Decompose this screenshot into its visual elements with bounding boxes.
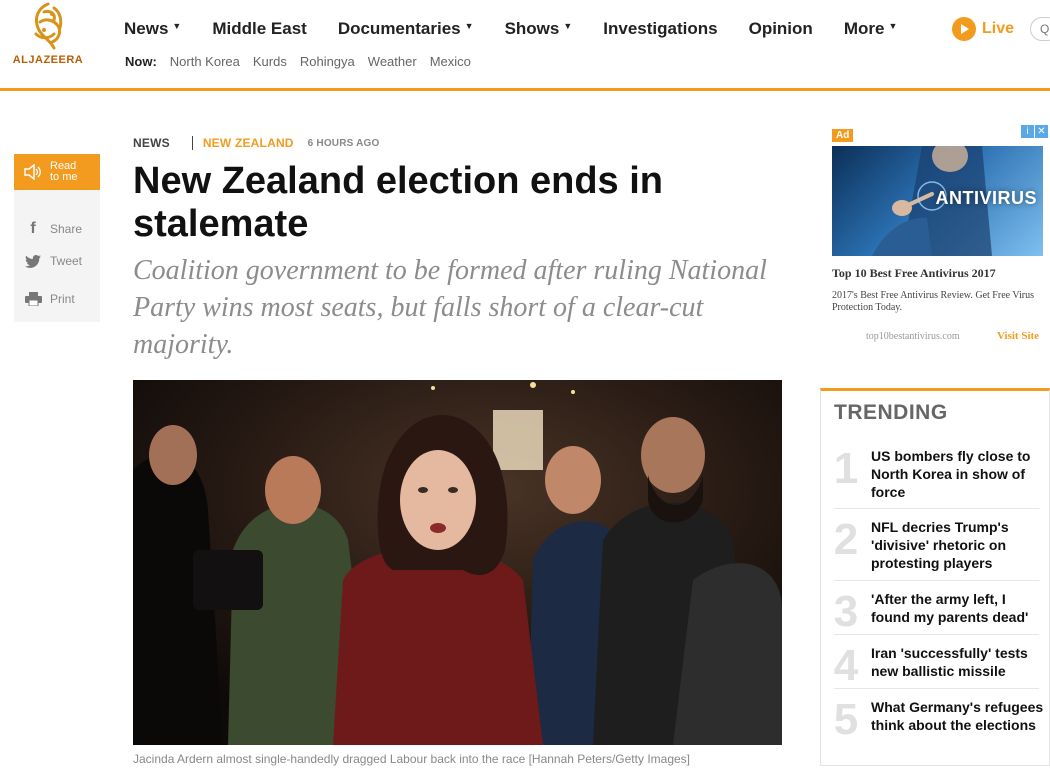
trending-item[interactable]: 4 Iran 'successfully' tests new ballisti… xyxy=(821,644,1050,688)
trending-item[interactable]: 2 NFL decries Trump's 'divisive' rhetori… xyxy=(821,518,1050,572)
trending-divider xyxy=(834,634,1039,635)
search-input[interactable]: Q xyxy=(1030,17,1050,41)
ad-image-word: ANTIVIRUS xyxy=(935,188,1037,208)
now-link-north-korea[interactable]: North Korea xyxy=(170,54,240,69)
trending-panel: TRENDING 1 US bombers fly close to North… xyxy=(820,388,1050,766)
trending-rank: 5 xyxy=(833,695,859,744)
print-button[interactable]: Print xyxy=(24,292,75,306)
trending-title: TRENDING xyxy=(834,401,948,424)
trending-headline: Iran 'successfully' tests new ballistic … xyxy=(871,645,1028,679)
article-standfirst: Coalition government to be formed after … xyxy=(133,255,767,360)
trending-item[interactable]: 5 What Germany's refugees think about th… xyxy=(821,698,1050,742)
print-label: Print xyxy=(50,292,75,306)
trending-headline: What Germany's refugees think about the … xyxy=(871,699,1044,733)
printer-icon xyxy=(24,292,42,306)
trending-item[interactable]: 3 'After the army left, I found my paren… xyxy=(821,590,1050,634)
share-rail: Read to me f Share Tweet Print xyxy=(14,154,100,322)
nav-item-shows[interactable]: Shows ▼ xyxy=(505,19,573,39)
aljazeera-logo-icon xyxy=(34,2,63,50)
ad-visit-site-link[interactable]: Visit Site xyxy=(997,330,1039,342)
trending-rank: 3 xyxy=(833,587,859,636)
nav-item-label: Middle East xyxy=(212,19,307,38)
caret-down-icon: ▼ xyxy=(172,21,182,31)
trending-headline: 'After the army left, I found my parents… xyxy=(871,591,1029,625)
trending-rank: 1 xyxy=(833,444,859,493)
ad-info-icon[interactable]: i xyxy=(1021,125,1034,138)
share-facebook-button[interactable]: f Share xyxy=(24,220,82,238)
section-link[interactable]: NEWS xyxy=(133,136,170,150)
site-header: ALJAZEERA News ▼ Middle East Documentarie… xyxy=(0,0,1050,91)
facebook-icon: f xyxy=(30,220,36,237)
live-label: Live xyxy=(982,20,1015,37)
article-meta: NEWS NEW ZEALAND 6 HOURS AGO xyxy=(133,136,380,150)
speaker-icon xyxy=(24,164,41,180)
twitter-icon xyxy=(24,254,42,268)
brand-name: ALJAZEERA xyxy=(12,54,84,66)
trending-item[interactable]: 1 US bombers fly close to North Korea in… xyxy=(821,447,1050,501)
nav-item-label: Opinion xyxy=(748,19,813,38)
trending-divider xyxy=(834,508,1039,509)
topic-link[interactable]: NEW ZEALAND xyxy=(203,136,294,150)
published-time: 6 HOURS AGO xyxy=(307,137,380,149)
article-headline: New Zealand election ends in stalemate xyxy=(133,160,664,245)
nav-item-label: Shows xyxy=(504,19,560,38)
now-link-rohingya[interactable]: Rohingya xyxy=(300,54,355,69)
trending-divider xyxy=(834,688,1039,689)
image-caption: Jacinda Ardern almost single-handedly dr… xyxy=(133,752,690,766)
nav-item-opinion[interactable]: Opinion xyxy=(749,19,813,39)
ad-close-icon[interactable]: ✕ xyxy=(1035,125,1048,138)
nav-item-label: Investigations xyxy=(603,19,718,38)
now-trending-bar: Now: North Korea Kurds Rohingya Weather … xyxy=(125,54,484,69)
crowd-photo-illustration xyxy=(133,380,782,745)
ad-url: top10bestantivirus.com xyxy=(866,331,960,342)
nav-item-news[interactable]: News ▼ xyxy=(124,19,181,39)
nav-item-label: Documentaries xyxy=(337,19,461,38)
nav-item-label: More xyxy=(843,19,885,38)
nav-item-investigations[interactable]: Investigations xyxy=(603,19,717,39)
nav-item-documentaries[interactable]: Documentaries ▼ xyxy=(338,19,474,39)
article-hero-image[interactable] xyxy=(133,380,782,745)
now-link-kurds[interactable]: Kurds xyxy=(253,54,287,69)
read-label-line2: to me xyxy=(50,171,78,183)
trending-rank: 4 xyxy=(833,641,859,690)
ad-image[interactable]: ANTIVIRUS xyxy=(832,146,1043,256)
trending-headline: NFL decries Trump's 'divisive' rhetoric … xyxy=(871,519,1009,571)
share-label: Share xyxy=(50,222,83,236)
caret-down-icon: ▼ xyxy=(464,21,474,31)
ad-badge: Ad xyxy=(832,129,854,142)
caret-down-icon: ▼ xyxy=(563,21,573,31)
read-to-me-label: Read to me xyxy=(50,161,78,183)
tweet-label: Tweet xyxy=(50,254,83,268)
live-button[interactable]: Live xyxy=(952,17,1014,41)
ad-title[interactable]: Top 10 Best Free Antivirus 2017 xyxy=(832,266,996,281)
nav-item-more[interactable]: More ▼ xyxy=(844,19,898,39)
nav-item-label: News xyxy=(124,19,169,38)
trending-rank: 2 xyxy=(833,515,859,564)
play-icon xyxy=(952,17,976,41)
read-to-me-button[interactable]: Read to me xyxy=(14,154,100,190)
trending-headline: US bombers fly close to North Korea in s… xyxy=(871,448,1031,500)
nav-item-middle-east[interactable]: Middle East xyxy=(212,19,306,39)
meta-divider xyxy=(191,136,193,150)
ad-description: 2017's Best Free Antivirus Review. Get F… xyxy=(832,290,1035,313)
now-link-weather[interactable]: Weather xyxy=(368,54,417,69)
aljazeera-logo[interactable]: ALJAZEERA xyxy=(10,0,86,76)
caret-down-icon: ▼ xyxy=(888,21,898,31)
share-twitter-button[interactable]: Tweet xyxy=(24,254,82,268)
trending-divider xyxy=(834,580,1039,581)
ad-controls: i ✕ xyxy=(1020,125,1048,138)
main-nav: News ▼ Middle East Documentaries ▼ Shows ▼ … xyxy=(124,19,928,39)
now-link-mexico[interactable]: Mexico xyxy=(430,54,471,69)
now-label: Now: xyxy=(125,54,157,69)
